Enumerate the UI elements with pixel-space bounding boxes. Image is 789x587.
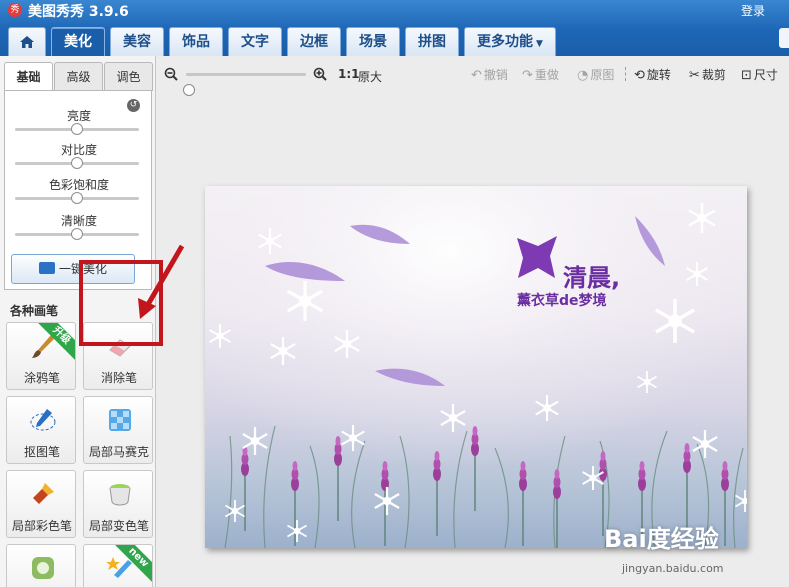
mosaic-brush-button[interactable]: 局部马赛克	[83, 396, 153, 464]
image-toolbar: 1:1 原大 ↶ 撤销 ↷ 重做 ◔ 原图 ⟲ 旋转 ✂ 裁剪 ⊡ 尺寸	[156, 56, 789, 96]
original-image-button[interactable]: ◔ 原图	[577, 66, 614, 83]
tab-more-label: 更多功能	[477, 34, 533, 50]
canvas-title: 清晨,	[563, 264, 621, 292]
original-image-icon: ◔	[577, 68, 589, 83]
rotate-button[interactable]: ⟲ 旋转	[634, 66, 671, 83]
main-tabs: 美化 美容 饰品 文字 边框 场景 拼图 更多功能 ▼	[8, 27, 561, 56]
leaf-brush-icon	[32, 557, 54, 579]
zoom-out-icon[interactable]	[164, 67, 178, 81]
resize-label: 尺寸	[753, 68, 778, 82]
photo-canvas[interactable]: 清晨, 薰衣草de梦境	[205, 186, 747, 548]
resize-button[interactable]: ⊡ 尺寸	[741, 66, 778, 83]
home-icon	[20, 36, 34, 48]
tab-text[interactable]: 文字	[228, 27, 282, 56]
lavender-illustration	[205, 186, 747, 548]
undo-icon: ↶	[471, 68, 482, 83]
recolor-brush-label: 局部变色笔	[88, 519, 149, 533]
tab-collage[interactable]: 拼图	[405, 27, 459, 56]
chevron-down-icon: ▼	[536, 39, 543, 49]
tab-scene[interactable]: 场景	[346, 27, 400, 56]
sharpness-slider-thumb[interactable]	[71, 228, 83, 240]
title-bar: 秀 美图秀秀 3.9.6 登录 美化 美容 饰品 文字 边框 场景 拼图 更多功…	[0, 0, 789, 56]
tab-more[interactable]: 更多功能 ▼	[464, 27, 556, 56]
adjust-subtabs: 基础 高级 调色	[4, 62, 154, 91]
brightness-slider[interactable]	[15, 123, 139, 135]
canvas-subtitle: 薰衣草de梦境	[517, 293, 607, 309]
rotate-label: 旋转	[646, 68, 671, 82]
mosaic-icon	[109, 409, 131, 431]
mosaic-brush-label: 局部马赛克	[88, 445, 149, 459]
sharpness-label: 清晰度	[60, 214, 97, 228]
crop-label: 裁剪	[701, 68, 726, 82]
baidu-watermark: Bai度经验	[604, 525, 719, 553]
doodle-brush-label: 涂鸦笔	[23, 371, 60, 385]
redo-icon: ↷	[522, 68, 533, 83]
login-link[interactable]: 登录	[741, 2, 765, 19]
saturation-slider-thumb[interactable]	[71, 192, 83, 204]
original-image-label: 原图	[590, 68, 615, 82]
redo-button[interactable]: ↷ 重做	[522, 66, 559, 83]
recolor-brush-button[interactable]: 局部变色笔	[83, 470, 153, 538]
paint-brush-color-icon	[33, 483, 54, 504]
brushes-title: 各种画笔	[10, 304, 59, 318]
pen-cutout-icon	[30, 409, 56, 431]
magic-wand-icon	[38, 262, 55, 274]
redo-label: 重做	[534, 68, 559, 82]
tab-beautify[interactable]: 美化	[51, 27, 105, 56]
cutout-brush-label: 抠图笔	[23, 445, 60, 459]
contrast-slider[interactable]	[15, 157, 139, 169]
undo-label: 撤销	[483, 68, 508, 82]
contrast-slider-thumb[interactable]	[71, 157, 83, 169]
undo-button[interactable]: ↶ 撤销	[471, 66, 508, 83]
subtab-advanced[interactable]: 高级	[54, 62, 103, 91]
subtab-basic[interactable]: 基础	[4, 62, 53, 91]
original-size-button[interactable]: 原大	[358, 68, 382, 85]
color-brush-label: 局部彩色笔	[11, 519, 72, 533]
subtab-color[interactable]: 调色	[104, 62, 153, 91]
tab-frame[interactable]: 边框	[287, 27, 341, 56]
toolbar-divider	[625, 67, 626, 81]
crop-button[interactable]: ✂ 裁剪	[689, 66, 726, 83]
annotation-arrow-icon	[138, 244, 185, 319]
tab-accessories[interactable]: 饰品	[169, 27, 223, 56]
app-title: 美图秀秀 3.9.6	[28, 4, 129, 20]
zoom-slider-thumb[interactable]	[183, 84, 195, 96]
brightness-label: 亮度	[66, 109, 91, 123]
watermark-url: jingyan.baidu.com	[622, 562, 724, 575]
tab-beauty[interactable]: 美容	[110, 27, 164, 56]
zoom-slider[interactable]	[183, 73, 306, 96]
window-edge-button[interactable]	[779, 28, 789, 48]
eraser-brush-label: 消除笔	[100, 371, 137, 385]
saturation-slider[interactable]	[15, 192, 139, 204]
ratio-button[interactable]: 1:1	[338, 67, 360, 81]
cutout-brush-button[interactable]: 抠图笔	[6, 396, 76, 464]
color-brush-button[interactable]: 局部彩色笔	[6, 470, 76, 538]
doodle-brush-button[interactable]: 升级 涂鸦笔	[6, 322, 76, 390]
brush-button-7[interactable]	[6, 544, 76, 587]
rotate-icon: ⟲	[634, 68, 645, 83]
paint-bucket-icon	[109, 484, 131, 506]
app-logo-icon: 秀	[8, 3, 22, 17]
contrast-label: 对比度	[60, 143, 97, 157]
zoom-in-icon[interactable]	[313, 67, 327, 81]
resize-icon: ⊡	[741, 68, 752, 83]
saturation-label: 色彩饱和度	[48, 178, 109, 192]
brightness-slider-thumb[interactable]	[71, 123, 83, 135]
tab-home[interactable]	[8, 27, 46, 56]
brush-button-8[interactable]: new	[83, 544, 153, 587]
scissors-icon: ✂	[689, 68, 700, 83]
